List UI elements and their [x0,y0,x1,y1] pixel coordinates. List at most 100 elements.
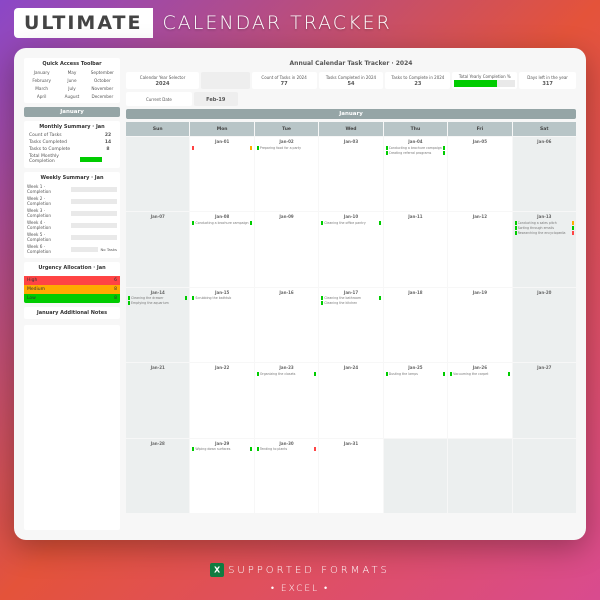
monthly-summary: Monthly Summary · Jan Count of Tasks22Ta… [24,121,120,168]
task-item[interactable]: Creating referral programs [386,151,445,155]
day-cell[interactable]: Jan-25Dusting the lamps [384,363,447,437]
day-cell[interactable]: Jan-27 [513,363,576,437]
year-value [201,72,250,89]
day-header: Thu [384,122,447,136]
day-header: Fri [448,122,511,136]
summary-row: Count of Tasks22 [27,132,117,139]
day-cell[interactable]: Jan-23Organizing the closets [255,363,318,437]
day-cell[interactable]: Jan-06 [513,137,576,211]
day-cell[interactable]: Jan-31 [319,439,382,513]
qat-month[interactable]: August [57,93,86,100]
footer-title: SUPPORTED FORMATS [228,565,390,576]
week-row: Week 3 · Completion [27,207,117,219]
day-cell[interactable]: Jan-18 [384,288,447,362]
day-cell[interactable]: Jan-03 [319,137,382,211]
week-row: Week 2 · Completion [27,195,117,207]
weekly-summary: Weekly Summary · Jan Week 1 · Completion… [24,172,120,258]
day-cell[interactable]: Jan-02Preparing food for a party [255,137,318,211]
task-item[interactable]: Emptying the aquarium [128,301,187,305]
qat-month[interactable]: December [88,93,117,100]
day-cell[interactable]: Jan-11 [384,212,447,286]
qat-month[interactable]: February [27,77,56,84]
urgency-row: High6 [24,276,120,285]
sidebar-month-header: January [24,107,120,117]
day-cell[interactable]: Jan-05 [448,137,511,211]
task-item[interactable]: Sorting through emails [515,226,574,230]
day-cell[interactable]: Jan-09 [255,212,318,286]
day-header: Tue [255,122,318,136]
day-cell[interactable]: Jan-07 [126,212,189,286]
notes-area[interactable] [24,325,120,530]
day-cell[interactable]: Jan-19 [448,288,511,362]
current-date-label: Current Date [126,92,192,106]
day-cell[interactable] [448,439,511,513]
task-item[interactable]: Cleaning the office pantry [321,221,380,225]
task-item[interactable]: Researching the encyclopedia [515,231,574,235]
task-item[interactable]: Conducting a brochure campaign [192,221,251,225]
qat-month[interactable]: October [88,77,117,84]
day-cell[interactable]: Jan-10Cleaning the office pantry [319,212,382,286]
day-cell[interactable]: Jan-01 [190,137,253,211]
task-item[interactable]: Cleaning the kitchen [321,301,380,305]
spreadsheet-card: Quick Access Toolbar JanuaryMaySeptember… [14,48,586,540]
day-cell[interactable]: Jan-26Vacuuming the carpet [448,363,511,437]
day-cell[interactable] [513,439,576,513]
day-cell[interactable]: Jan-24 [319,363,382,437]
task-item[interactable]: Conducting a sales pitch [515,221,574,225]
day-cell[interactable] [384,439,447,513]
week-row: Week 5 · Completion [27,231,117,243]
kpi-completed: Tasks Completed in 202454 [319,72,384,89]
qat-month[interactable]: March [27,85,56,92]
day-cell[interactable]: Jan-21 [126,363,189,437]
day-cell[interactable]: Jan-16 [255,288,318,362]
task-item[interactable]: Vacuuming the carpet [450,372,509,376]
task-item[interactable]: Tending to plants [257,447,316,451]
task-item[interactable]: Cleaning the drawer [128,296,187,300]
day-header: Mon [190,122,253,136]
monthly-summary-title: Monthly Summary · Jan [27,124,117,130]
summary-row: Total Monthly Completion [27,153,117,165]
day-cell[interactable]: Jan-28 [126,439,189,513]
task-item[interactable]: Conducting a brochure campaign [386,146,445,150]
day-cell[interactable]: Jan-29Wiping down surfaces [190,439,253,513]
qat-month[interactable]: May [57,69,86,76]
qat-grid: JanuaryMaySeptember FebruaryJuneOctober Ma… [27,69,117,100]
kpi-count: Count of Tasks in 202477 [252,72,317,89]
day-cell[interactable]: Jan-17Cleaning the bathroomCleaning the … [319,288,382,362]
qat-month[interactable]: June [57,77,86,84]
kpi-row: Calendar Year Selector2024 Count of Task… [126,72,576,89]
task-item[interactable]: Scrubbing the bathtub [192,296,251,300]
excel-icon [210,563,224,577]
qat-title: Quick Access Toolbar [27,61,117,67]
kpi-daysleft: Days left in the year317 [519,72,576,89]
qat-month[interactable]: September [88,69,117,76]
task-item[interactable] [192,146,251,150]
dashboard-title: Annual Calendar Task Tracker · 2024 [126,58,576,69]
day-cell[interactable]: Jan-15Scrubbing the bathtub [190,288,253,362]
day-cell[interactable]: Jan-30Tending to plants [255,439,318,513]
day-cell[interactable]: Jan-12 [448,212,511,286]
qat-month[interactable]: July [57,85,86,92]
year-selector[interactable]: Calendar Year Selector2024 [126,72,199,89]
day-cell[interactable]: Jan-13Conducting a sales pitchSorting th… [513,212,576,286]
task-item[interactable]: Dusting the lamps [386,372,445,376]
day-cell[interactable]: Jan-22 [190,363,253,437]
task-item[interactable]: Preparing food for a party [257,146,316,150]
day-header: Sun [126,122,189,136]
qat-month[interactable]: November [88,85,117,92]
task-item[interactable]: Organizing the closets [257,372,316,376]
task-item[interactable]: Cleaning the bathroom [321,296,380,300]
day-cell[interactable]: Jan-14Cleaning the drawerEmptying the aq… [126,288,189,362]
day-cell[interactable]: Jan-08Conducting a brochure campaign [190,212,253,286]
qat-month[interactable]: April [27,93,56,100]
day-cell[interactable]: Jan-20 [513,288,576,362]
urgency-title: Urgency Allocation · Jan [24,262,120,274]
quick-access-toolbar: Quick Access Toolbar JanuaryMaySeptember… [24,58,120,103]
kpi-row-2: Current Date Feb-19 [126,92,576,106]
day-cell[interactable]: Jan-04Conducting a brochure campaignCrea… [384,137,447,211]
kpi-pct: Total Yearly Completion % [452,72,517,89]
qat-month[interactable]: January [27,69,56,76]
day-cell[interactable] [126,137,189,211]
task-item[interactable]: Wiping down surfaces [192,447,251,451]
day-header: Wed [319,122,382,136]
